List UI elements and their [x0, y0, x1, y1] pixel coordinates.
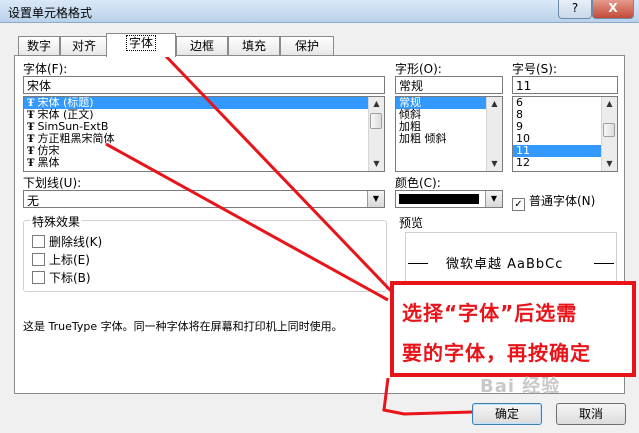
list-item[interactable]: Ŧ 方正粗黑宋简体	[24, 133, 384, 146]
watermark-logo: Bai 经验	[480, 376, 561, 397]
font-listbox[interactable]: Ŧ 宋体 (标题) Ŧ 宋体 (正文) Ŧ SimSun-ExtB Ŧ 方正粗黑宋简体 …	[23, 96, 385, 172]
size-label: 字号(S):	[512, 62, 558, 76]
size-scrollbar[interactable]: ▲ ▼	[601, 97, 617, 171]
list-item[interactable]: Ŧ 黑体	[24, 156, 384, 170]
cancel-button[interactable]: 取消	[556, 403, 626, 425]
scroll-thumb[interactable]	[603, 123, 615, 137]
chevron-down-icon[interactable]: ▼	[485, 191, 502, 207]
close-button[interactable]: X	[592, 0, 634, 19]
baseline-line	[408, 263, 428, 264]
checkbox-icon[interactable]	[32, 235, 45, 248]
info-text: 这是 TrueType 字体。同一种字体将在屏幕和打印机上同时使用。	[23, 320, 343, 333]
font-input[interactable]: 宋体	[23, 76, 385, 94]
checkbox-label: 删除线(K)	[49, 235, 103, 249]
tab-border[interactable]: 边框	[176, 36, 228, 56]
normal-font-checkbox[interactable]: ✓ 普通字体(N)	[512, 192, 595, 211]
tab-label: 数字	[26, 39, 51, 53]
font-label: 字体(F):	[23, 62, 68, 76]
underline-label: 下划线(U):	[23, 176, 82, 190]
truetype-icon: Ŧ	[27, 158, 35, 169]
annotation-line-1: 选择“字体”后选需	[402, 301, 578, 325]
scroll-down-icon[interactable]: ▼	[487, 157, 502, 171]
truetype-icon: Ŧ	[27, 134, 35, 145]
strikethrough-checkbox[interactable]: 删除线(K)	[32, 233, 102, 250]
tab-number[interactable]: 数字	[18, 36, 60, 56]
tab-label: 字体	[125, 35, 156, 51]
tab-font[interactable]: 字体	[106, 33, 176, 57]
preview-sample: 微软卓越 AaBbCc	[446, 257, 564, 272]
chevron-down-icon[interactable]: ▼	[367, 191, 384, 207]
list-item[interactable]: Ŧ 仿宋	[24, 145, 384, 158]
window-title: 设置单元格格式	[8, 6, 93, 20]
style-listbox[interactable]: 常规 倾斜 加粗 加粗 倾斜 ▲ ▼	[395, 96, 503, 172]
truetype-icon: Ŧ	[27, 122, 35, 133]
title-bar: 设置单元格格式 ? X	[0, 0, 639, 23]
color-dropdown[interactable]: ▼	[395, 190, 503, 208]
font-name: 黑体	[37, 156, 60, 169]
color-label: 颜色(C):	[395, 176, 441, 190]
checkbox-icon[interactable]	[32, 271, 45, 284]
scroll-down-icon[interactable]: ▼	[602, 157, 617, 171]
effects-title: 特殊效果	[30, 213, 83, 230]
tab-protection[interactable]: 保护	[280, 36, 334, 56]
underline-value: 无	[27, 194, 40, 208]
baseline-line	[594, 263, 614, 264]
tab-label: 保护	[294, 39, 319, 53]
scroll-up-icon[interactable]: ▲	[369, 97, 384, 111]
scroll-up-icon[interactable]: ▲	[602, 97, 617, 111]
annotation-line-2: 要的字体，再按确定	[402, 341, 591, 365]
checkbox-checked-icon[interactable]: ✓	[512, 198, 525, 211]
truetype-icon: Ŧ	[27, 110, 35, 121]
tab-alignment[interactable]: 对齐	[60, 36, 108, 56]
color-swatch	[399, 194, 479, 204]
tab-label: 填充	[241, 39, 266, 53]
truetype-icon: Ŧ	[27, 146, 35, 157]
effects-group: 特殊效果 删除线(K) 上标(E) 下标(B)	[23, 213, 387, 292]
truetype-icon: Ŧ	[27, 98, 35, 109]
preview-box: 微软卓越 AaBbCc	[405, 232, 617, 288]
superscript-checkbox[interactable]: 上标(E)	[32, 251, 90, 268]
size-listbox[interactable]: 6 8 9 10 11 12 ▲ ▼	[512, 96, 618, 172]
tab-fill[interactable]: 填充	[228, 36, 280, 56]
checkbox-icon[interactable]	[32, 253, 45, 266]
tab-label: 边框	[189, 39, 214, 53]
style-scrollbar[interactable]: ▲ ▼	[486, 97, 502, 171]
checkbox-label: 上标(E)	[49, 253, 90, 267]
ok-button[interactable]: 确定	[472, 403, 542, 425]
font-scrollbar[interactable]: ▲ ▼	[368, 97, 384, 171]
tab-label: 对齐	[71, 39, 96, 53]
scroll-up-icon[interactable]: ▲	[487, 97, 502, 111]
size-input[interactable]: 11	[512, 76, 618, 94]
scroll-thumb[interactable]	[370, 113, 382, 129]
checkbox-label: 普通字体(N)	[529, 194, 596, 208]
style-label: 字形(O):	[395, 62, 442, 76]
scroll-down-icon[interactable]: ▼	[369, 157, 384, 171]
style-input[interactable]: 常规	[395, 76, 503, 94]
checkbox-label: 下标(B)	[49, 271, 91, 285]
underline-dropdown[interactable]: 无 ▼	[23, 190, 385, 208]
subscript-checkbox[interactable]: 下标(B)	[32, 269, 91, 286]
annotation-callout: 选择“字体”后选需 要的字体，再按确定	[390, 281, 636, 377]
help-button[interactable]: ?	[558, 0, 592, 19]
preview-label: 预览	[399, 216, 424, 230]
